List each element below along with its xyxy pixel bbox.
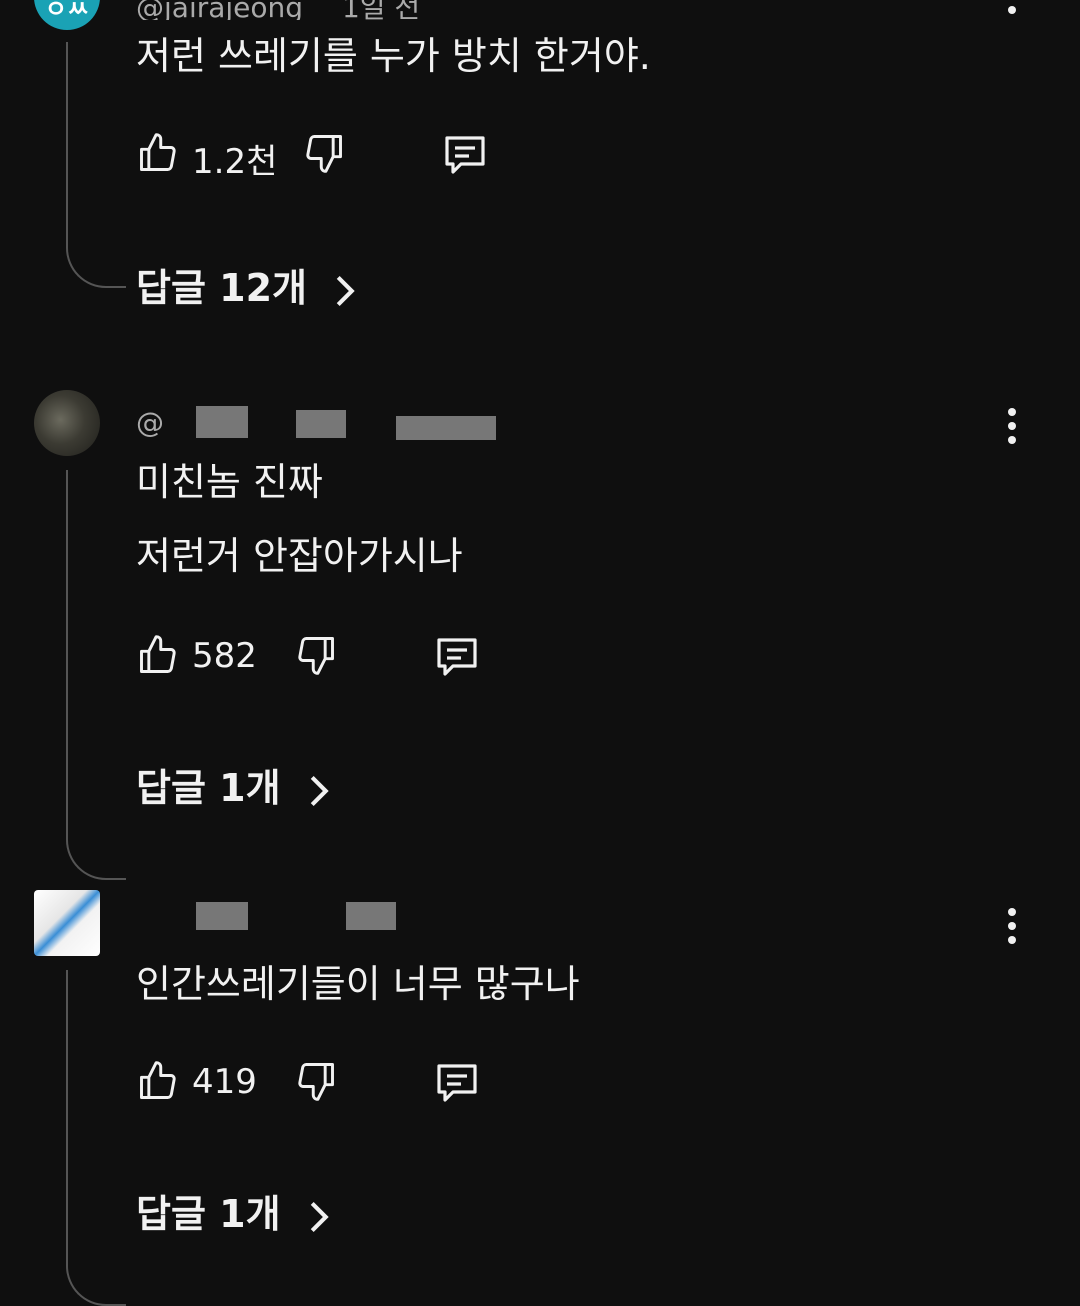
thread-line xyxy=(66,470,126,880)
comment-meta xyxy=(136,898,476,932)
like-count: 1.2천 xyxy=(192,142,278,182)
chevron-right-icon xyxy=(310,775,329,806)
chevron-right-icon xyxy=(336,275,355,306)
redaction-block xyxy=(296,410,346,438)
comment-meta: @jairajeong 1일 전 xyxy=(136,0,420,20)
redaction-block xyxy=(396,416,496,440)
more-vertical-icon[interactable] xyxy=(1000,404,1024,448)
comment-icon[interactable] xyxy=(440,130,490,178)
redaction-block xyxy=(196,902,248,930)
redaction-block xyxy=(346,902,396,930)
thumbs-up-icon[interactable] xyxy=(136,1058,180,1104)
comment-text: 인간쓰레기들이 너무 많구나 xyxy=(136,962,580,1006)
thumbs-up-icon[interactable] xyxy=(136,130,180,176)
replies-label: 답글 1개 xyxy=(136,766,281,810)
comment-actions: 419 xyxy=(136,1058,636,1106)
thumbs-down-icon[interactable] xyxy=(302,130,346,176)
avatar[interactable] xyxy=(34,890,100,956)
comment-time: 1일 전 xyxy=(341,0,421,20)
thumbs-down-icon[interactable] xyxy=(294,1058,338,1104)
like-count: 582 xyxy=(192,636,257,676)
comment-text: 저런 쓰레기를 누가 방치 한거야. xyxy=(136,34,651,78)
more-vertical-icon[interactable] xyxy=(1000,0,1024,18)
comment-actions: 582 xyxy=(136,632,636,680)
comment-icon[interactable] xyxy=(432,1058,482,1106)
comment-text: 저런거 안잡아가시나 xyxy=(136,534,463,578)
replies-label: 답글 1개 xyxy=(136,1192,281,1236)
comment-actions: 1.2천 xyxy=(136,130,636,182)
replies-button[interactable]: 답글 12개 xyxy=(136,266,356,310)
comment-meta: @ xyxy=(136,406,516,440)
avatar[interactable]: ㅇㅆ xyxy=(34,0,100,30)
thread-line xyxy=(66,970,126,1306)
comment-handle[interactable]: @jairajeong xyxy=(136,0,303,20)
comment-icon[interactable] xyxy=(432,632,482,680)
thumbs-up-icon[interactable] xyxy=(136,632,180,678)
chevron-right-icon xyxy=(310,1201,329,1232)
thumbs-down-icon[interactable] xyxy=(294,632,338,678)
redaction-block xyxy=(196,406,248,438)
comment-handle[interactable]: @ xyxy=(136,406,164,439)
avatar-text: ㅇㅆ xyxy=(44,0,90,23)
thread-line xyxy=(66,42,126,288)
more-vertical-icon[interactable] xyxy=(1000,904,1024,948)
like-count: 419 xyxy=(192,1062,257,1102)
replies-label: 답글 12개 xyxy=(136,266,307,310)
replies-button[interactable]: 답글 1개 xyxy=(136,1192,330,1236)
avatar[interactable] xyxy=(34,390,100,456)
comment-text: 미친놈 진짜 xyxy=(136,460,323,504)
replies-button[interactable]: 답글 1개 xyxy=(136,766,330,810)
